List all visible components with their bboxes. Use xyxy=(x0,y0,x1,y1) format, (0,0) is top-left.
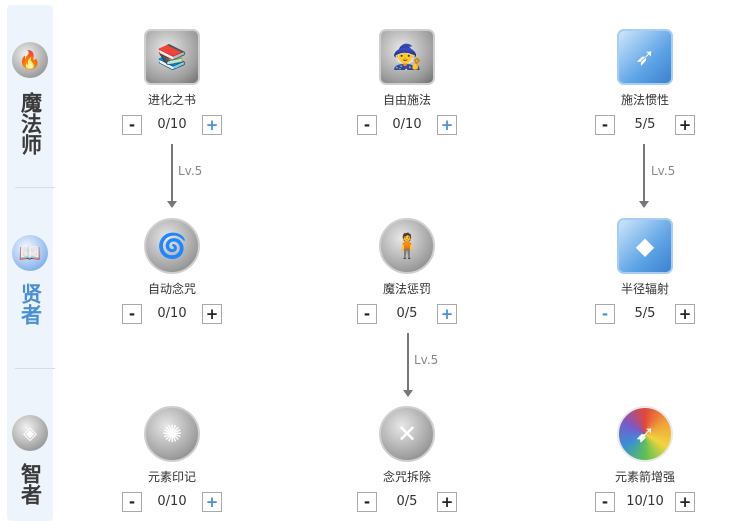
auto-chant-icon[interactable]: 🌀 xyxy=(144,218,200,274)
prerequisite-arrow xyxy=(167,144,177,208)
skill-level-value: 10/10 xyxy=(626,494,664,509)
wise-crystal-icon: ◈ xyxy=(12,415,48,451)
decrease-button[interactable]: - xyxy=(122,115,142,135)
skill-level-value: 0/10 xyxy=(392,117,422,132)
increase-button[interactable]: + xyxy=(675,492,695,512)
prerequisite-arrow xyxy=(403,333,413,397)
skill-level-control: - 5/5 + xyxy=(595,304,695,326)
skill-name: 念咒拆除 xyxy=(382,470,431,484)
decrease-button[interactable]: - xyxy=(122,304,142,324)
mage-flame-icon: 🔥 xyxy=(12,42,48,78)
skill-level-control: - 0/10 + xyxy=(357,115,457,137)
skill-level-control: - 0/10 + xyxy=(122,492,222,514)
book-icon[interactable]: 📚 xyxy=(144,29,200,85)
chant-dismantle-icon[interactable]: ✕ xyxy=(379,406,435,462)
increase-button[interactable]: + xyxy=(675,115,695,135)
divider xyxy=(15,368,55,369)
increase-button[interactable]: + xyxy=(437,492,457,512)
magic-punish-icon[interactable]: 🧍 xyxy=(379,218,435,274)
skill-level-control: - 0/10 + xyxy=(122,115,222,137)
element-arrow-icon[interactable]: ➹ xyxy=(617,406,673,462)
cast-inertia-icon[interactable]: ➶ xyxy=(617,29,673,85)
skill-name: 魔法惩罚 xyxy=(382,282,431,296)
skill-name: 半径辐射 xyxy=(620,282,669,296)
element-mark-icon[interactable]: ✺ xyxy=(144,406,200,462)
free-cast-icon[interactable]: 🧙 xyxy=(379,29,435,85)
class-name-sage: 贤者 xyxy=(18,283,43,325)
skill-name: 元素印记 xyxy=(147,470,196,484)
skill-level-value: 0/10 xyxy=(157,306,187,321)
skill-name: 施法惯性 xyxy=(620,93,669,107)
sage-book-icon: 📖 xyxy=(12,235,48,271)
skill-level-control: - 0/10 + xyxy=(122,304,222,326)
skill-level-value: 0/5 xyxy=(396,306,418,321)
decrease-button[interactable]: - xyxy=(357,492,377,512)
decrease-button[interactable]: - xyxy=(122,492,142,512)
decrease-button[interactable]: - xyxy=(357,115,377,135)
increase-button[interactable]: + xyxy=(675,304,695,324)
increase-button[interactable]: + xyxy=(202,492,222,512)
skill-level-value: 0/10 xyxy=(157,117,187,132)
skill-name: 自由施法 xyxy=(382,93,431,107)
increase-button[interactable]: + xyxy=(437,304,457,324)
decrease-button[interactable]: - xyxy=(357,304,377,324)
skill-name: 自动念咒 xyxy=(147,282,196,296)
increase-button[interactable]: + xyxy=(202,115,222,135)
class-name-mage: 魔法师 xyxy=(18,92,43,155)
skill-level-control: - 5/5 + xyxy=(595,115,695,137)
prerequisite-level-label: Lv.5 xyxy=(651,164,676,178)
prerequisite-level-label: Lv.5 xyxy=(414,353,439,367)
skill-level-value: 0/10 xyxy=(157,494,187,509)
skill-level-value: 0/5 xyxy=(396,494,418,509)
increase-button[interactable]: + xyxy=(202,304,222,324)
prerequisite-arrow xyxy=(639,144,649,208)
decrease-button[interactable]: - xyxy=(595,492,615,512)
skill-level-control: - 0/5 + xyxy=(357,304,457,326)
radius-radiate-icon[interactable]: ◆ xyxy=(617,218,673,274)
class-sidebar: 🔥 魔法师 📖 贤者 ◈ 智者 xyxy=(7,5,55,521)
skill-name: 进化之书 xyxy=(147,93,196,107)
divider xyxy=(15,187,55,188)
class-name-wise: 智者 xyxy=(18,463,43,505)
decrease-button[interactable]: - xyxy=(595,304,615,324)
skill-level-control: - 10/10 + xyxy=(595,492,695,514)
prerequisite-level-label: Lv.5 xyxy=(178,164,203,178)
skill-level-control: - 0/5 + xyxy=(357,492,457,514)
skill-name: 元素箭增强 xyxy=(614,470,675,484)
decrease-button[interactable]: - xyxy=(595,115,615,135)
increase-button[interactable]: + xyxy=(437,115,457,135)
skill-level-value: 5/5 xyxy=(634,117,656,132)
skill-level-value: 5/5 xyxy=(634,306,656,321)
